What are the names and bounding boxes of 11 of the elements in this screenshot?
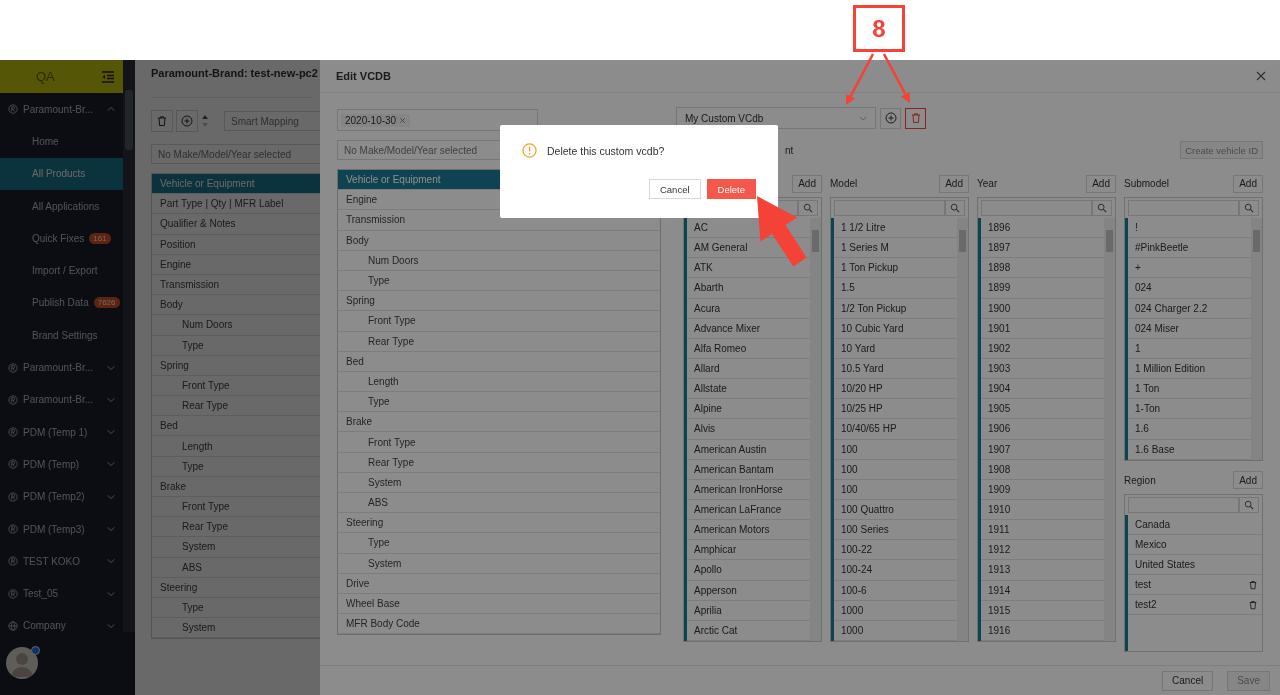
count-badge: 161: [89, 232, 111, 244]
drawer-title: Edit VCDB: [336, 70, 391, 82]
column-title: Model: [830, 178, 858, 189]
column-title: Year: [977, 178, 998, 189]
count-badge: 7626: [93, 297, 120, 309]
dialog-message: Delete this custom vcdb?: [547, 144, 665, 157]
column-title: Submodel: [1124, 178, 1170, 189]
column-title: Region: [1124, 474, 1156, 486]
partial-text: nt: [785, 144, 794, 156]
step-number-badge: 8: [853, 5, 905, 52]
page-title: Paramount-Brand: test-new-pc2: [151, 67, 318, 81]
